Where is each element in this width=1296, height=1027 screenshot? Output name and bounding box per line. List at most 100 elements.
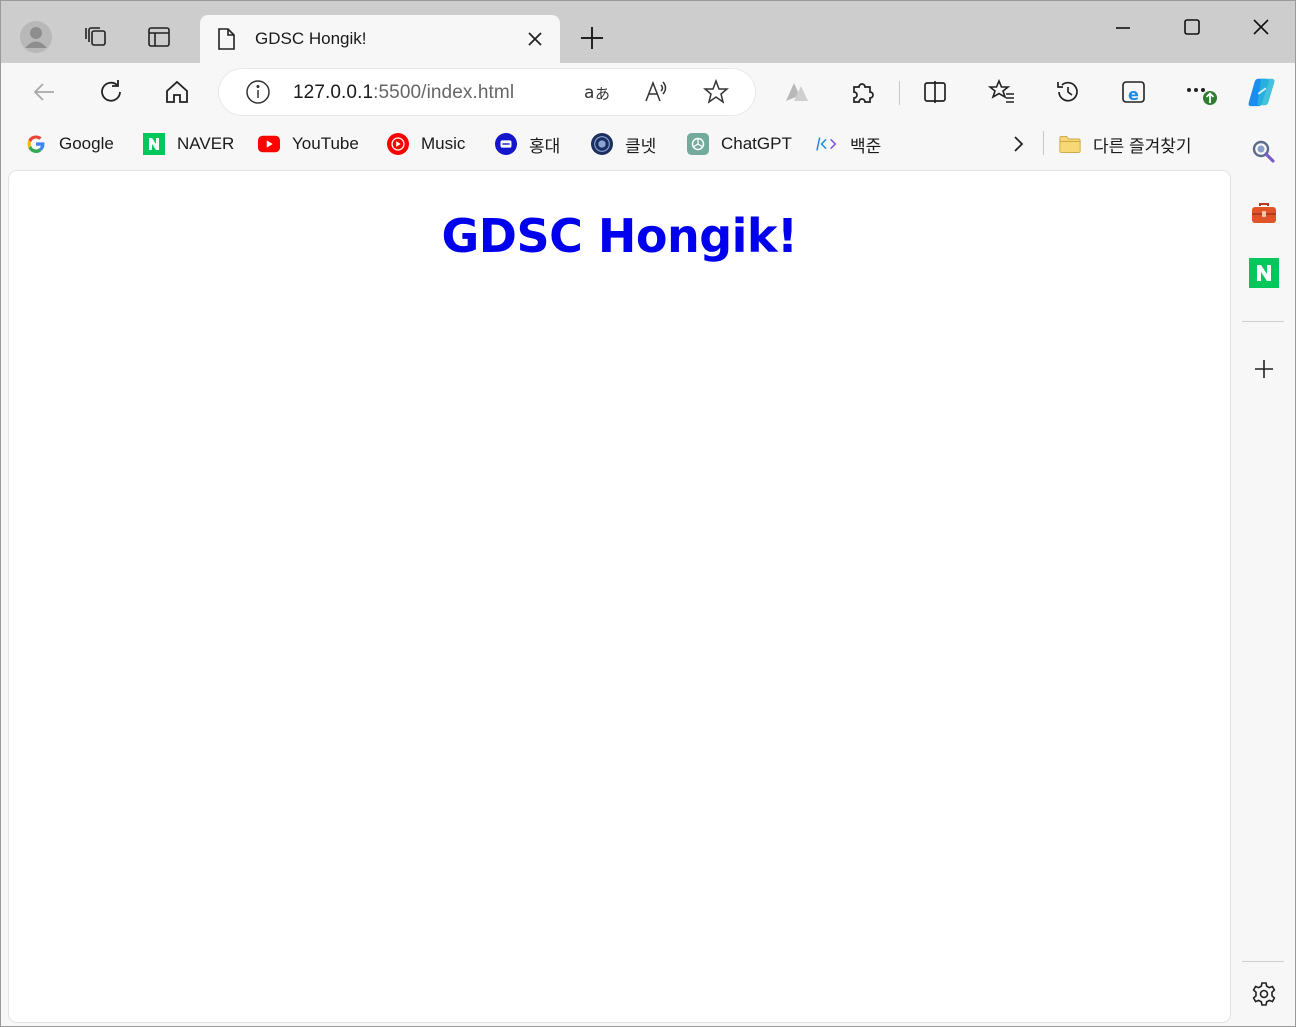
internet-explorer-mode-button[interactable]: e [1117, 75, 1151, 109]
plus-icon [1255, 360, 1273, 378]
bookmarks-divider [1043, 131, 1044, 155]
favorites-bar: Google NAVER YouTube Music 홍대 클넷 ChatGPT… [1, 119, 1233, 169]
sidebar-divider [1242, 961, 1284, 962]
bookmark-label: 홍대 [529, 136, 561, 156]
svg-text:e: e [1128, 85, 1139, 104]
classnet-icon [591, 133, 613, 155]
youtube-music-icon [387, 133, 409, 155]
bookmark-youtube[interactable]: YouTube [258, 131, 359, 157]
copilot-icon [1248, 78, 1275, 107]
tab-active[interactable]: GDSC Hongik! [200, 15, 560, 63]
close-window-button[interactable] [1247, 13, 1275, 41]
bookmark-baekjoon[interactable]: 백준 [816, 131, 881, 157]
naver-icon [143, 133, 165, 155]
sidebar-search-button[interactable] [1247, 135, 1281, 169]
more-bookmarks-button[interactable] [1007, 131, 1029, 157]
search-icon [1252, 140, 1275, 163]
home-icon [166, 80, 188, 103]
refresh-button[interactable] [94, 75, 128, 109]
workspaces-icon [85, 27, 106, 46]
split-screen-button[interactable] [918, 75, 952, 109]
sidebar-tools-button[interactable] [1247, 196, 1281, 230]
svg-text:あ: あ [595, 85, 610, 103]
url-text[interactable]: 127.0.0.1:5500/index.html [293, 82, 514, 104]
workspaces-button[interactable] [76, 17, 116, 57]
hongik-icon [495, 133, 517, 155]
bookmark-label: 백준 [850, 136, 882, 156]
maximize-icon [1184, 19, 1200, 35]
naver-icon [1249, 258, 1279, 288]
bookmark-label: YouTube [292, 134, 359, 153]
bookmark-classnet[interactable]: 클넷 [591, 131, 656, 157]
code-icon [816, 133, 838, 155]
minimize-icon [1116, 27, 1130, 29]
refresh-icon [101, 80, 121, 102]
history-icon [1057, 81, 1078, 102]
more-icon [1187, 88, 1217, 105]
history-button[interactable] [1051, 75, 1085, 109]
browser-window: GDSC Hongik! 127.0.0.1:5500/index.html a… [0, 0, 1296, 1027]
settings-more-button[interactable] [1183, 75, 1217, 109]
toolbox-icon [1252, 203, 1276, 223]
site-info-icon[interactable] [245, 79, 271, 105]
url-host: 127.0.0.1 [293, 82, 374, 103]
bookmark-label: ChatGPT [721, 134, 792, 153]
bookmark-google[interactable]: Google [25, 131, 114, 157]
chevron-right-icon [1014, 136, 1024, 152]
copilot-button[interactable] [1245, 75, 1279, 109]
navigation-toolbar: 127.0.0.1:5500/index.html a あ e [1, 63, 1295, 119]
bookmark-chatgpt[interactable]: ChatGPT [687, 131, 792, 157]
close-icon [1253, 19, 1269, 35]
tab-actions-button[interactable] [139, 17, 179, 57]
ie-mode-icon: e [1122, 81, 1145, 104]
extensions-button[interactable] [846, 75, 880, 109]
google-icon [25, 133, 47, 155]
tab-title: GDSC Hongik! [255, 29, 367, 48]
page-viewport: GDSC Hongik! [9, 171, 1230, 1022]
youtube-icon [258, 133, 280, 155]
bookmark-label: 클넷 [625, 136, 657, 156]
bookmark-label: Google [59, 134, 114, 153]
avatar-icon [20, 21, 52, 53]
folder-icon [1059, 133, 1081, 155]
sidebar-settings-button[interactable] [1247, 977, 1281, 1011]
close-tab-icon[interactable] [524, 28, 546, 55]
other-favorites-folder[interactable]: 다른 즐겨찾기 [1059, 131, 1192, 157]
maximize-button[interactable] [1178, 13, 1206, 41]
vertical-tabs-icon [148, 27, 170, 47]
address-bar[interactable]: 127.0.0.1:5500/index.html a あ [219, 69, 755, 115]
page-heading: GDSC Hongik! [441, 209, 798, 263]
sidebar-divider [1242, 321, 1284, 322]
profile-avatar-button[interactable] [16, 17, 56, 57]
gear-icon [1252, 982, 1276, 1006]
edge-sidebar [1233, 119, 1295, 1026]
bookmark-label: Music [421, 134, 466, 153]
other-favorites-label: 다른 즐겨찾기 [1093, 136, 1192, 156]
page-icon [216, 27, 236, 56]
url-path: :5500/index.html [373, 82, 515, 103]
new-tab-button[interactable] [573, 21, 611, 60]
puzzle-icon [853, 83, 874, 103]
read-aloud-icon[interactable] [643, 79, 669, 105]
favorites-list-icon [988, 78, 1014, 103]
plus-icon [581, 27, 603, 49]
chatgpt-icon [687, 133, 709, 155]
back-button[interactable] [27, 75, 61, 109]
bookmark-hongik[interactable]: 홍대 [495, 131, 560, 157]
minimize-button[interactable] [1109, 13, 1137, 41]
split-screen-icon [924, 81, 946, 103]
extension-logo-icon [786, 83, 808, 101]
favorite-star-icon[interactable] [703, 79, 729, 105]
favorites-button[interactable] [985, 75, 1019, 109]
bookmark-label: NAVER [177, 134, 235, 153]
sidebar-naver-button[interactable] [1247, 256, 1281, 290]
home-button[interactable] [160, 75, 194, 109]
toolbar-divider [899, 81, 900, 105]
bookmark-music[interactable]: Music [387, 131, 465, 157]
extension-button[interactable] [780, 75, 814, 109]
sidebar-add-button[interactable] [1247, 352, 1281, 386]
bookmark-naver[interactable]: NAVER [143, 131, 234, 157]
back-arrow-icon [33, 83, 54, 101]
tab-strip: GDSC Hongik! [1, 1, 1295, 63]
translate-icon[interactable]: a あ [583, 79, 613, 105]
